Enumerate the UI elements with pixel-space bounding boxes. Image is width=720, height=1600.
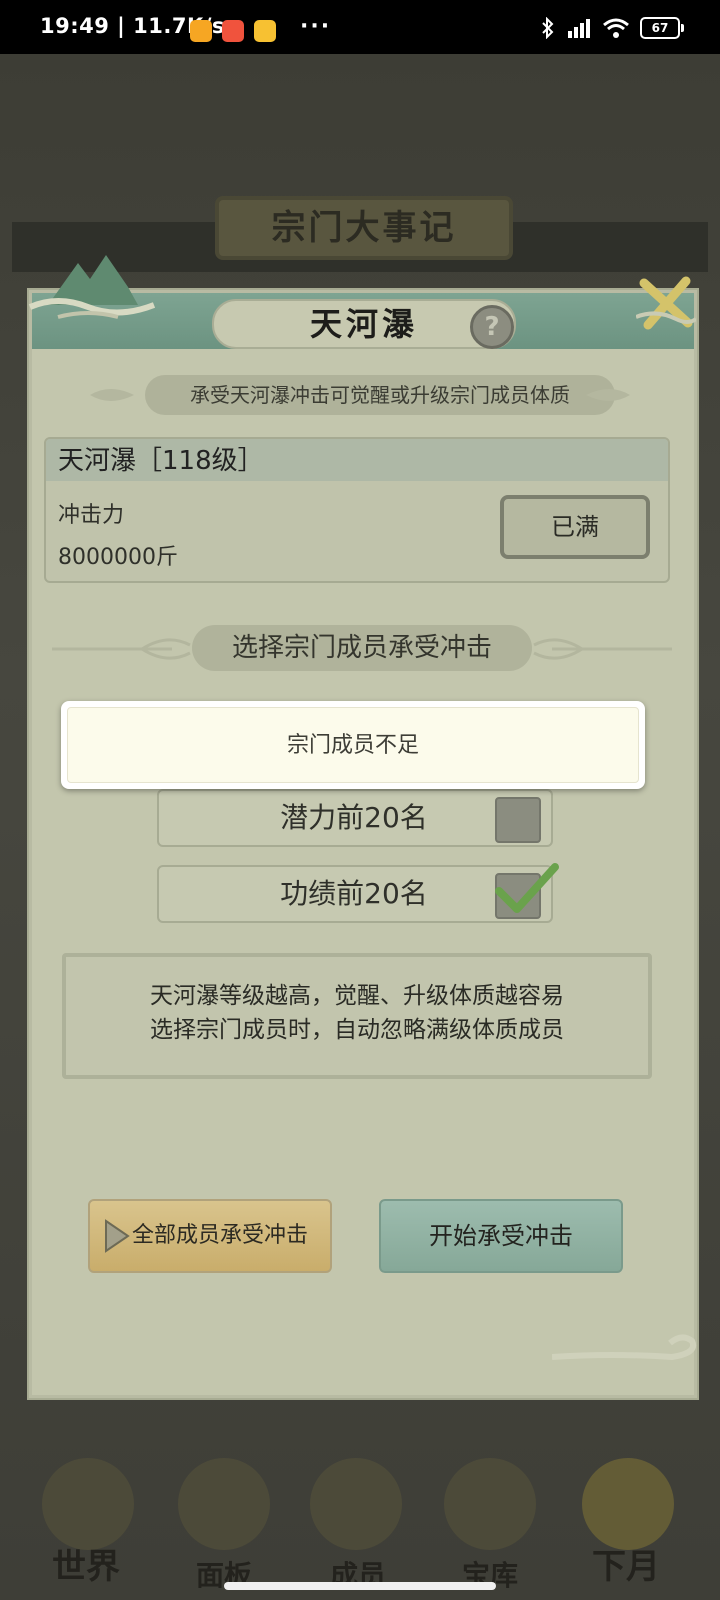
impact-force-value: 8000000斤 <box>58 545 178 570</box>
panel-nav-icon <box>178 1458 270 1550</box>
help-button[interactable]: ? <box>470 305 514 349</box>
checkbox-checked[interactable] <box>495 863 559 919</box>
note-line-2: 选择宗门成员时，自动忽略满级体质成员 <box>150 1017 564 1043</box>
nav-world[interactable]: 世界 <box>52 1539 120 1588</box>
waterfall-info-card: 天河瀑［118级］ 冲击力 8000000斤 已满 <box>44 437 670 583</box>
bluetooth-icon <box>542 17 554 39</box>
ornament-right-icon <box>586 389 630 401</box>
option-label: 功绩前20名 <box>280 877 428 910</box>
members-nav-icon <box>310 1458 402 1550</box>
description-banner: 承受天河瀑冲击可觉醒或升级宗门成员体质 <box>90 375 630 415</box>
impact-force-label: 冲击力 <box>58 503 125 528</box>
status-bar: 19:49 | 11.7K/s ··· 67 <box>0 0 720 54</box>
toast-popup: 宗门成员不足 <box>61 701 645 789</box>
toast-message: 宗门成员不足 <box>67 707 639 783</box>
waterfall-level-header: 天河瀑［118级］ <box>46 439 668 481</box>
all-members-impact-button[interactable]: 全部成员承受冲击 <box>88 1199 332 1273</box>
bottom-nav: 世界 面板 成员 宝库 下月 <box>0 1430 720 1600</box>
nav-next-month[interactable]: 下月 <box>592 1539 660 1588</box>
option-potential-top20[interactable]: 潜力前20名 <box>157 789 553 847</box>
close-icon[interactable] <box>636 273 696 333</box>
play-icon <box>105 1219 130 1253</box>
checkmark-icon <box>495 863 559 913</box>
notes-box: 天河瀑等级越高，觉醒、升级体质越容易 选择宗门成员时，自动忽略满级体质成员 <box>62 953 652 1079</box>
note-line-1: 天河瀑等级越高，觉醒、升级体质越容易 <box>150 983 564 1009</box>
mountain-cloud-icon <box>28 255 156 319</box>
treasury-nav-icon <box>444 1458 536 1550</box>
notes-app-icon <box>190 20 212 42</box>
option-label: 潜力前20名 <box>280 801 428 834</box>
select-members-banner: 选择宗门成员承受冲击 <box>52 625 672 673</box>
start-impact-button[interactable]: 开始承受冲击 <box>379 1199 623 1273</box>
battery-icon: 67 <box>640 17 684 39</box>
select-members-text: 选择宗门成员承受冲击 <box>192 625 532 671</box>
maxed-button[interactable]: 已满 <box>500 495 650 559</box>
wifi-icon <box>603 18 629 38</box>
description-text: 承受天河瀑冲击可觉醒或升级宗门成员体质 <box>145 375 615 415</box>
checkbox-unchecked[interactable] <box>495 797 541 843</box>
waterfall-dialog: 天河瀑 ? 承受天河瀑冲击可觉醒或升级宗门成员体质 天河瀑［118级］ 冲击力 … <box>28 255 697 1398</box>
ornament-left-icon <box>90 389 134 401</box>
home-indicator[interactable] <box>224 1582 496 1590</box>
moon-nav-icon <box>582 1458 674 1550</box>
option-merit-top20[interactable]: 功绩前20名 <box>157 863 559 923</box>
app-notification-icon <box>222 20 244 42</box>
ornament-right-icon <box>533 638 672 660</box>
more-notifications-icon: ··· <box>300 14 332 39</box>
world-nav-icon <box>42 1458 134 1550</box>
all-members-impact-label: 全部成员承受冲击 <box>132 1223 309 1248</box>
signal-icon <box>568 19 590 38</box>
weibo-icon <box>254 20 276 42</box>
ornament-left-icon <box>52 638 191 660</box>
background-title: 宗门大事记 <box>215 196 513 260</box>
cloud-ornament-icon <box>552 1334 696 1361</box>
